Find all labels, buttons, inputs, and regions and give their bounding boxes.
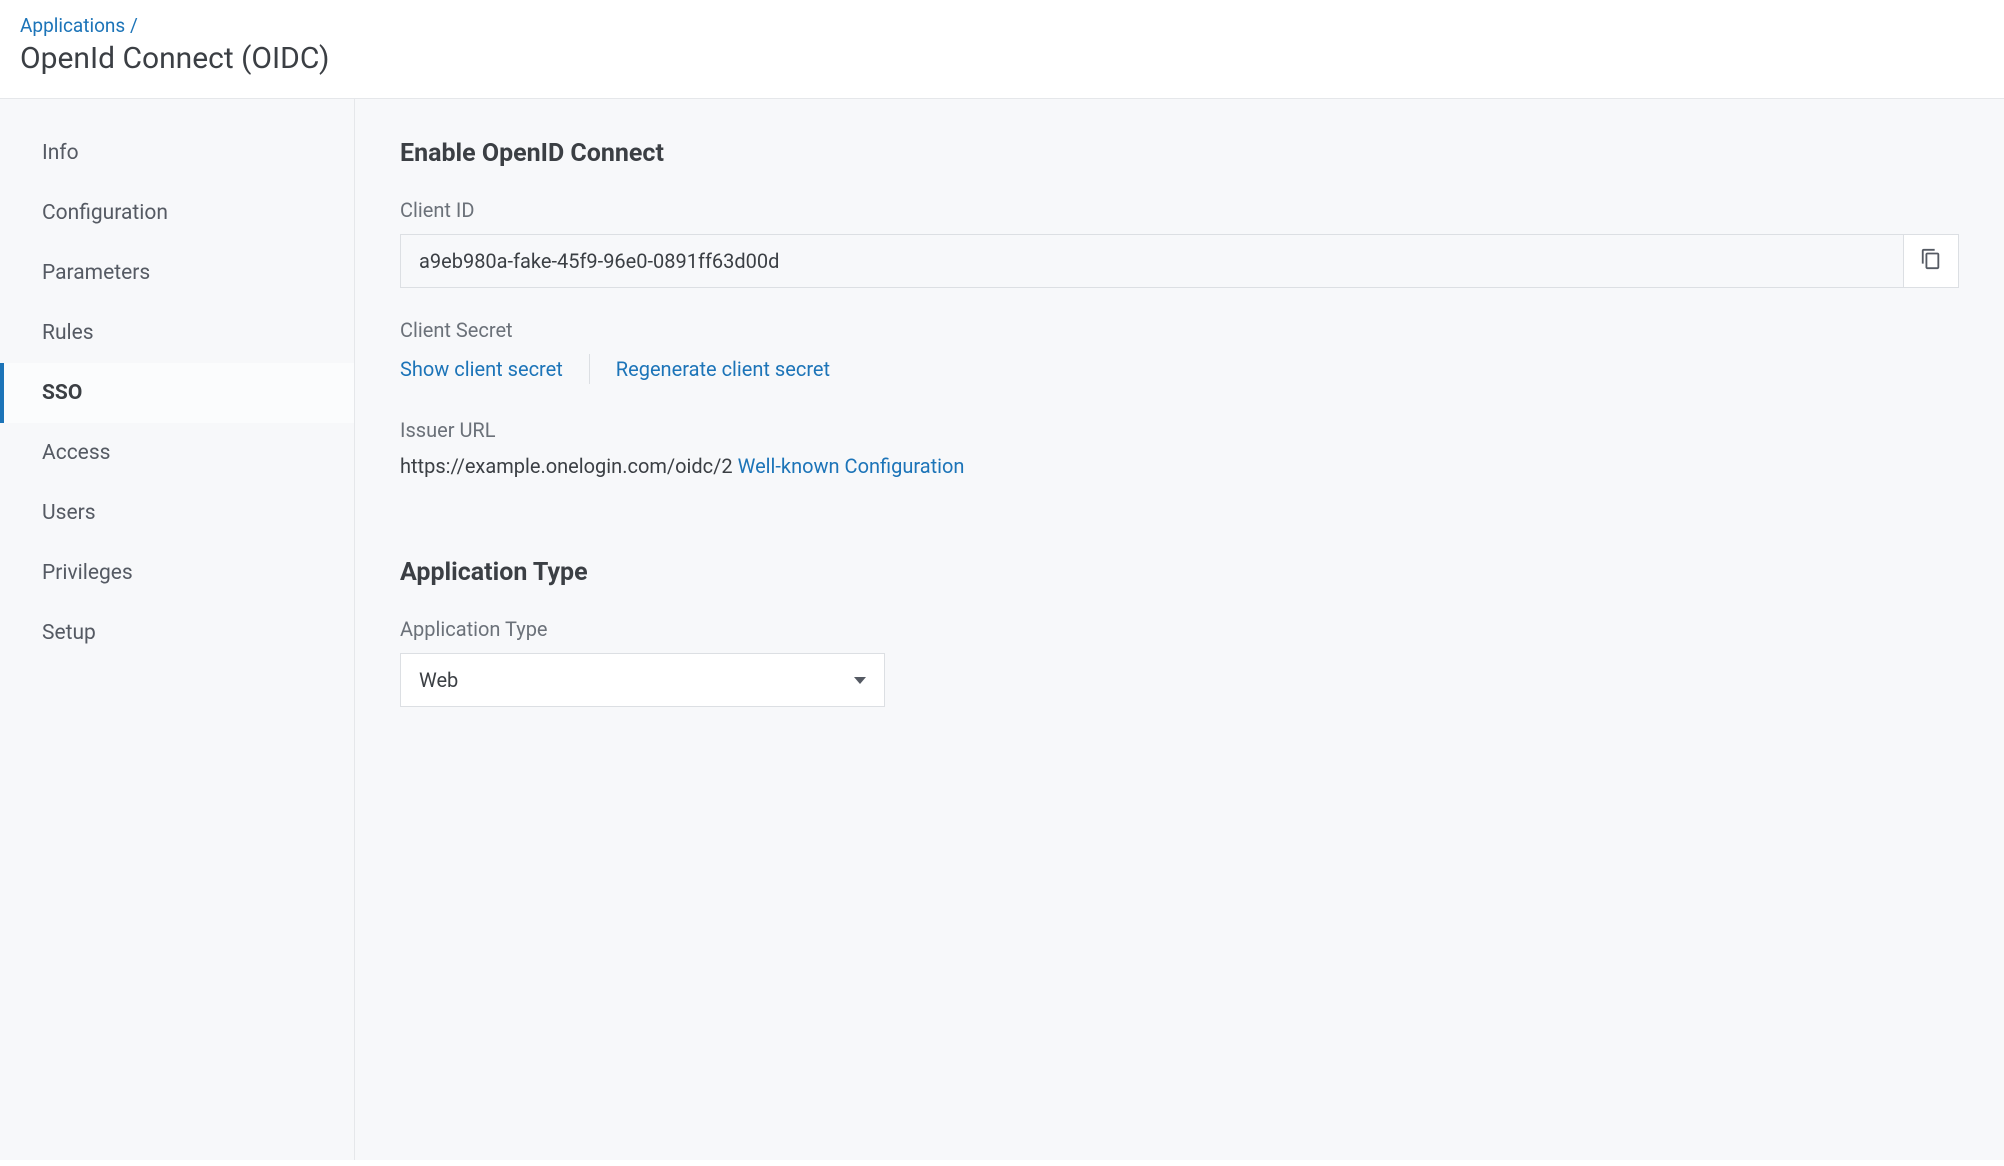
sidebar-item-users[interactable]: Users [0,483,354,543]
sidebar-item-parameters[interactable]: Parameters [0,243,354,303]
breadcrumb-parent-link[interactable]: Applications [20,14,125,37]
sidebar-item-info[interactable]: Info [0,123,354,183]
sidebar-item-privileges[interactable]: Privileges [0,543,354,603]
section-title-apptype: Application Type [400,558,1959,587]
application-type-select[interactable]: Web [400,653,885,707]
issuer-url-value: https://example.onelogin.com/oidc/2 [400,454,733,478]
application-type-value: Web [419,668,458,692]
breadcrumb: Applications / [20,14,1984,37]
client-id-value[interactable]: a9eb980a-fake-45f9-96e0-0891ff63d00d [400,234,1903,288]
main-content: Enable OpenID Connect Client ID a9eb980a… [355,99,2004,1160]
section-title-oidc: Enable OpenID Connect [400,139,1959,168]
sidebar: Info Configuration Parameters Rules SSO … [0,99,355,1160]
copy-icon [1920,248,1942,275]
issuer-url-label: Issuer URL [400,418,1959,442]
application-type-label: Application Type [400,617,1959,641]
copy-client-id-button[interactable] [1903,234,1959,288]
sidebar-item-sso[interactable]: SSO [0,363,354,423]
page-header: Applications / OpenId Connect (OIDC) [0,0,2004,99]
wellknown-config-link[interactable]: Well-known Configuration [738,454,965,478]
breadcrumb-separator: / [130,14,138,37]
sidebar-item-setup[interactable]: Setup [0,603,354,663]
show-client-secret-link[interactable]: Show client secret [400,357,563,381]
regenerate-client-secret-link[interactable]: Regenerate client secret [616,357,830,381]
link-divider [589,354,590,384]
sidebar-item-configuration[interactable]: Configuration [0,183,354,243]
page-title: OpenId Connect (OIDC) [20,41,1984,76]
sidebar-item-rules[interactable]: Rules [0,303,354,363]
client-secret-label: Client Secret [400,318,1959,342]
sidebar-item-access[interactable]: Access [0,423,354,483]
chevron-down-icon [854,677,866,684]
client-id-label: Client ID [400,198,1959,222]
